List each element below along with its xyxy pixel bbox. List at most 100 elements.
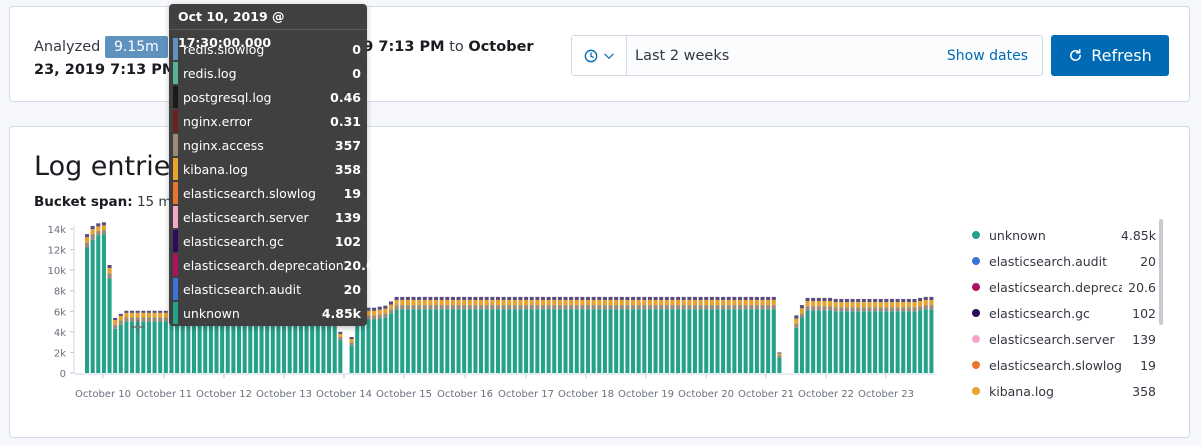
x-tick-label: October 10	[75, 389, 131, 400]
chart-bar-segment	[175, 321, 180, 373]
tooltip-series-name: elasticsearch.slowlog	[183, 185, 316, 201]
chart-bar-segment	[884, 302, 889, 308]
chart-bar-segment	[878, 298, 883, 303]
chart-bar-segment	[507, 299, 512, 306]
chart-bar-segment	[546, 309, 551, 373]
legend-item[interactable]: unknown 4.85k	[972, 225, 1156, 245]
chart-bar-segment	[383, 313, 388, 318]
chart-bar-segment	[873, 307, 878, 312]
chart-bar-segment	[276, 321, 281, 373]
chart-bar-segment	[608, 299, 613, 306]
chart-bar-segment	[822, 297, 827, 301]
chart-bar-segment	[535, 296, 540, 300]
chart-bar-segment	[585, 299, 591, 306]
chart-bar-segment	[799, 305, 804, 309]
chart-bar-segment	[597, 305, 602, 310]
chart-bar-segment	[844, 311, 849, 373]
legend-item[interactable]: elasticsearch.slowlog 19	[972, 355, 1156, 375]
chart-bar-segment	[85, 242, 90, 248]
chart-bar-segment	[557, 296, 562, 300]
chart-bar-segment	[929, 299, 934, 306]
chart-bar-segment	[507, 305, 512, 310]
chevron-down-icon	[603, 53, 614, 59]
tooltip-series-value: 102	[334, 233, 361, 249]
legend-scrollbar[interactable]	[1159, 219, 1163, 325]
legend-item[interactable]: elasticsearch.depreca... 20.6	[972, 277, 1156, 297]
chart-bar-segment	[540, 309, 546, 373]
chart-bar-segment	[844, 307, 849, 312]
chart-bar-segment	[602, 305, 607, 310]
chart-bar-segment	[901, 298, 906, 303]
chart-bar-segment	[231, 321, 236, 373]
chart-bar-segment	[377, 309, 382, 315]
chart-bar-segment	[101, 230, 106, 235]
chart-bar-segment	[107, 265, 112, 269]
tooltip-swatch	[173, 134, 178, 156]
chart-bar-segment	[811, 306, 816, 311]
chart-bar-segment	[540, 296, 546, 300]
y-tick-label: 14k	[47, 225, 66, 236]
legend-item[interactable]: elasticsearch.audit 20	[972, 251, 1156, 271]
chart-bar-segment	[856, 311, 861, 373]
chart-bar-segment	[394, 296, 399, 300]
chart-bar-segment	[895, 298, 900, 303]
range-start: 9 7:13 PM	[363, 39, 445, 55]
chart-bar-segment	[631, 309, 636, 373]
chart-bar-segment	[439, 296, 444, 300]
chart-bar-segment	[811, 310, 816, 373]
chart-bar-segment	[529, 296, 534, 300]
chart-bar-segment	[124, 317, 129, 322]
chart-bar-segment	[473, 296, 478, 300]
tooltip-swatch	[173, 110, 178, 132]
legend-item[interactable]: elasticsearch.server 139	[972, 329, 1156, 349]
chart-bar-segment	[580, 299, 585, 306]
tooltip-swatch	[173, 158, 178, 180]
quick-menu-button[interactable]	[572, 36, 627, 75]
chart-bar-segment	[535, 299, 540, 306]
chart-bar-segment	[861, 307, 866, 312]
chart-bar-segment	[867, 307, 872, 312]
chart-bar-segment	[585, 296, 591, 300]
chart-bar-segment	[535, 309, 540, 373]
chart-bar-segment	[400, 296, 405, 300]
chart-bar-segment	[619, 305, 624, 310]
chart-bar-segment	[766, 299, 771, 306]
chart-bar-segment	[372, 315, 377, 320]
chart-bar-segment	[512, 305, 517, 310]
chart-bar-segment	[861, 302, 866, 308]
chart-bar-segment	[552, 305, 557, 310]
chart-bar-segment	[760, 296, 765, 300]
chart-bar-segment	[462, 299, 467, 306]
chart-bar-segment	[614, 296, 619, 300]
chart-bar-segment	[715, 296, 720, 300]
chart-bar-segment	[670, 305, 675, 310]
chart-bar-segment	[918, 306, 923, 311]
legend-item[interactable]: kibana.log 358	[972, 381, 1156, 401]
chart-bar-segment	[828, 301, 833, 307]
chart-bar-segment	[929, 305, 934, 310]
chart-bar-segment	[743, 309, 748, 373]
chart-bar-segment	[118, 313, 123, 316]
chart-bar-segment	[653, 296, 658, 300]
date-range-value[interactable]: Last 2 weeks	[627, 48, 947, 64]
chart-bar-segment	[636, 309, 641, 373]
chart-bar-segment	[569, 305, 574, 310]
chart-bar-segment	[377, 306, 382, 310]
chart-bar-segment	[732, 309, 737, 373]
x-tick-label: October 19	[618, 389, 674, 400]
chart-bar-segment	[664, 296, 669, 300]
chart-bar-segment	[417, 309, 422, 373]
chart-bar-segment	[585, 305, 591, 310]
chart-bar-segment	[180, 321, 185, 373]
chart-bar-segment	[130, 312, 135, 318]
show-dates-link[interactable]: Show dates	[947, 48, 1042, 64]
legend-item[interactable]: elasticsearch.gc 102	[972, 303, 1156, 323]
chart-bar-segment	[394, 305, 399, 310]
chart-bar-segment	[839, 302, 844, 308]
chart-bar-segment	[220, 321, 225, 373]
chart-bar-segment	[816, 310, 821, 373]
refresh-button[interactable]: Refresh	[1051, 35, 1169, 76]
chart-bar-segment	[338, 337, 343, 341]
chart-bar-segment	[400, 309, 405, 373]
chart-bar-segment	[146, 312, 151, 318]
